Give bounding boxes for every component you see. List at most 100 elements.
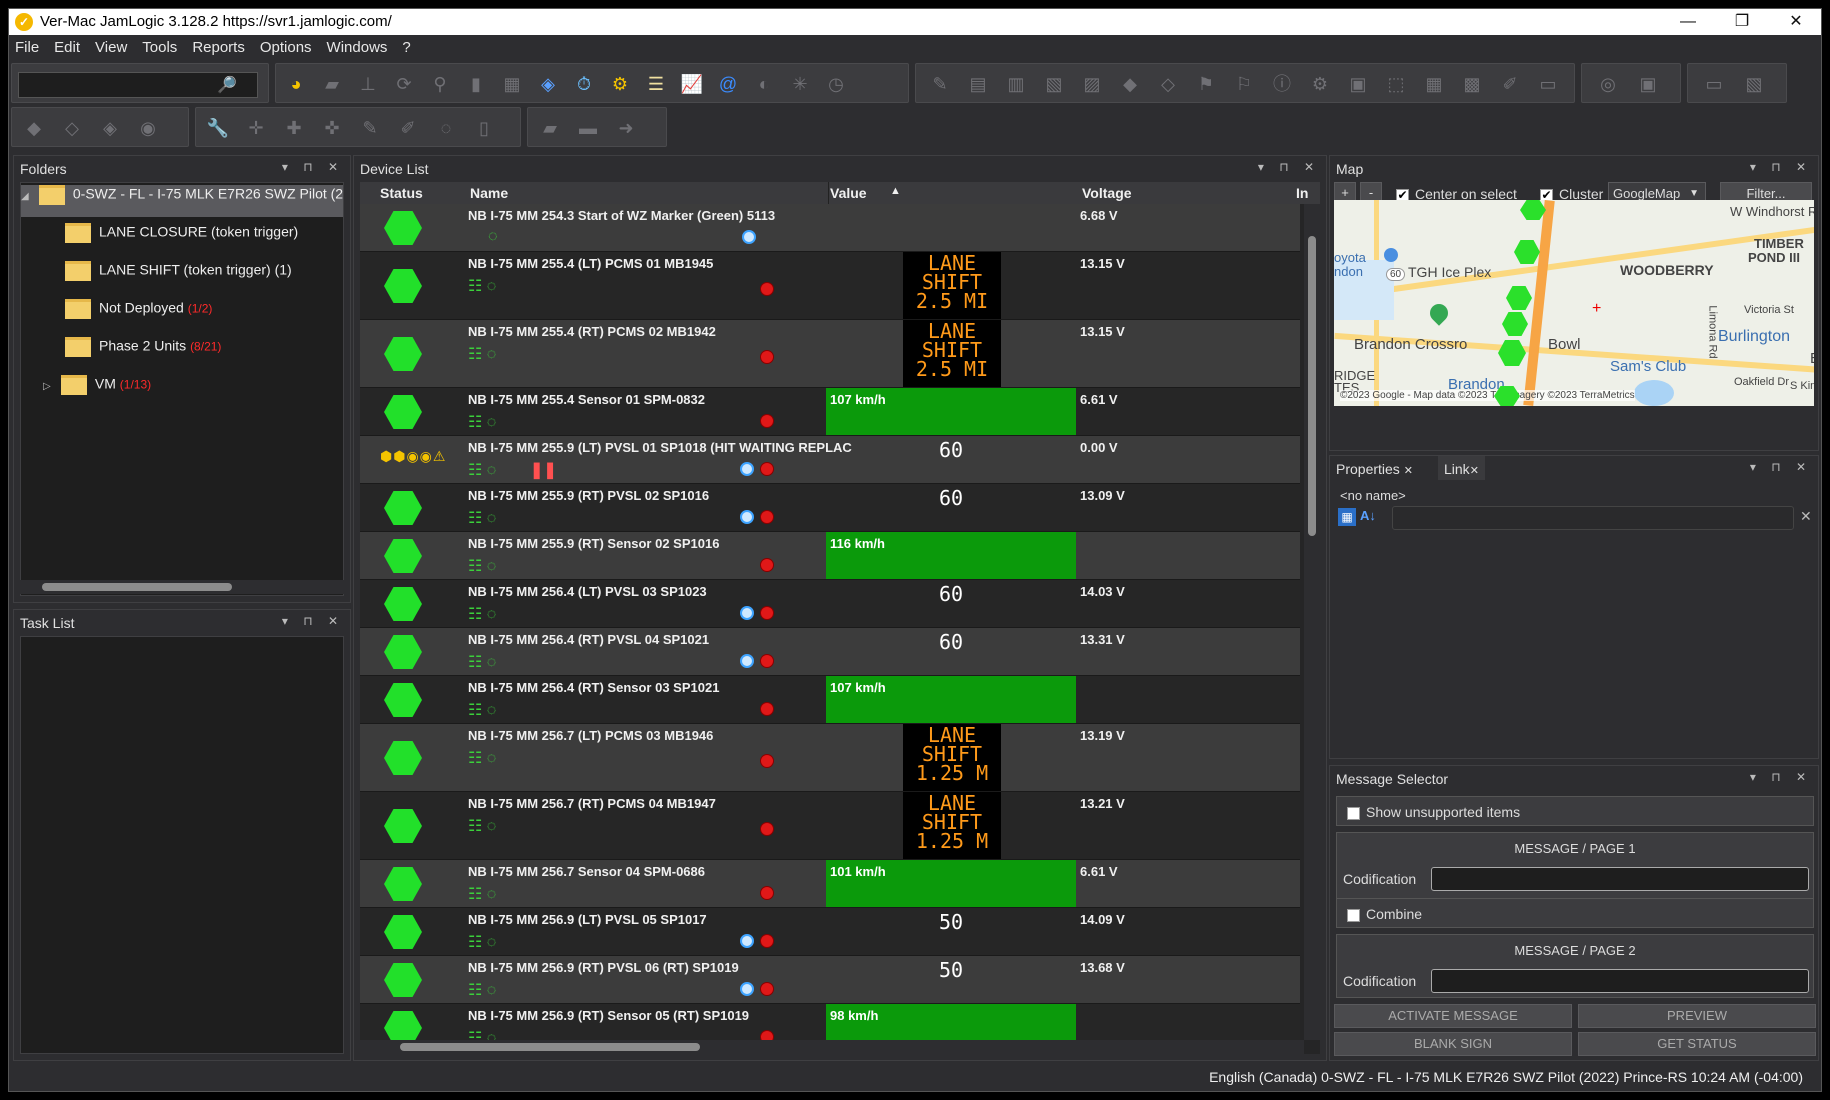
tool-icon-4[interactable]: ⚲	[428, 72, 452, 96]
map-device-marker[interactable]	[1506, 286, 1532, 310]
get-status-button[interactable]: GET STATUS	[1578, 1032, 1816, 1056]
tool-icon-9[interactable]: ◷	[824, 72, 848, 96]
panel-controls[interactable]: ▾ ⊓ ✕	[1750, 460, 1812, 474]
tool-icon-5[interactable]: ▮	[464, 72, 488, 96]
tool-icon-36[interactable]: ✚	[282, 116, 306, 140]
tool-icon-11[interactable]: ▤	[966, 72, 990, 96]
search-input[interactable]: 🔎	[18, 72, 258, 98]
panel-controls[interactable]: ▾ ⊓ ✕	[1258, 160, 1320, 174]
tool-icon-19[interactable]: ⓘ	[1270, 72, 1294, 96]
device-row[interactable]: NB I-75 MM 255.4 (LT) PCMS 01 MB1945 ☷ ◌ L…	[360, 252, 1300, 320]
tool-icon-10[interactable]: ✎	[928, 72, 952, 96]
col-name[interactable]: Name	[470, 185, 508, 201]
device-row[interactable]: NB I-75 MM 255.9 (RT) Sensor 02 SP1016 ☷ …	[360, 532, 1300, 580]
tool-icon-32[interactable]: ◇	[60, 116, 84, 140]
tree-item-lane-closure[interactable]: LANE CLOSURE (token trigger)	[65, 223, 298, 255]
close-tab-icon[interactable]: ✕	[1404, 465, 1413, 477]
tab-link[interactable]: Link✕	[1438, 456, 1485, 480]
tool-icon-27[interactable]: ◎	[1596, 72, 1620, 96]
col-value[interactable]: Value	[830, 185, 867, 201]
codification-1-input[interactable]	[1431, 867, 1809, 891]
panel-controls[interactable]: ▾ ⊓ ✕	[282, 160, 344, 174]
tool-icon-23[interactable]: ▦	[1422, 72, 1446, 96]
device-row[interactable]: NB I-75 MM 256.7 Sensor 04 SPM-0686 ☷ ◌ 10…	[360, 860, 1300, 908]
tool-icon-21[interactable]: ▣	[1346, 72, 1370, 96]
menu-file[interactable]: File	[9, 35, 48, 56]
tool-icon-39[interactable]: ✐	[396, 116, 420, 140]
tool-icon-14[interactable]: ▨	[1080, 72, 1104, 96]
tool-icon-25[interactable]: ✐	[1498, 72, 1522, 96]
device-row[interactable]: NB I-75 MM 256.7 (LT) PCMS 03 MB1946 ☷ ◌ L…	[360, 724, 1300, 792]
device-row[interactable]: NB I-75 MM 256.4 (RT) Sensor 03 SP1021 ☷ …	[360, 676, 1300, 724]
menu-reports[interactable]: Reports	[186, 35, 254, 56]
device-row[interactable]: NB I-75 MM 256.4 (RT) PVSL 04 SP1021 ☷ ◌ 6…	[360, 628, 1300, 676]
device-row[interactable]: NB I-75 MM 256.7 (RT) PCMS 04 MB1947 ☷ ◌ L…	[360, 792, 1300, 860]
gears-icon[interactable]: ⚙	[608, 72, 632, 96]
tool-icon-43[interactable]: ▬	[576, 116, 600, 140]
menu-view[interactable]: View	[89, 35, 136, 56]
menu-windows[interactable]: Windows	[321, 35, 397, 56]
col-voltage[interactable]: Voltage	[1082, 185, 1132, 201]
tool-icon-12[interactable]: ▥	[1004, 72, 1028, 96]
tool-icon-20[interactable]: ⚙	[1308, 72, 1332, 96]
panel-controls[interactable]: ▾ ⊓ ✕	[282, 614, 344, 628]
device-row[interactable]: NB I-75 MM 255.4 Sensor 01 SPM-0832 ☷ ◌ 10…	[360, 388, 1300, 436]
search-icon[interactable]: 🔎	[217, 75, 237, 95]
email-icon[interactable]: @	[716, 72, 740, 96]
menu-options[interactable]: Options	[254, 35, 321, 56]
close-tab-icon[interactable]: ✕	[1470, 465, 1479, 477]
combine-checkbox[interactable]: Combine	[1336, 898, 1814, 928]
tool-icon-6[interactable]: ▦	[500, 72, 524, 96]
expand-icon[interactable]: ▷	[43, 381, 57, 392]
tool-icon-17[interactable]: ⚑	[1194, 72, 1218, 96]
minimize-button[interactable]: —	[1661, 9, 1715, 35]
device-row[interactable]: NB I-75 MM 255.9 (RT) PVSL 02 SP1016 ☷ ◌ 6…	[360, 484, 1300, 532]
tool-icon-31[interactable]: ◆	[22, 116, 46, 140]
device-hscrollbar[interactable]	[360, 1040, 1304, 1054]
tool-icon-8[interactable]: ✳	[788, 72, 812, 96]
tool-icon-1[interactable]: ▰	[320, 72, 344, 96]
jamlogic-icon[interactable]: ◕	[284, 72, 308, 96]
device-row[interactable]: ⬢⬢◉◉⚠ NB I-75 MM 255.9 (LT) PVSL 01 SP101…	[360, 436, 1300, 484]
tool-icon-3[interactable]: ⟳	[392, 72, 416, 96]
notes-icon[interactable]: ☰	[644, 72, 668, 96]
close-window-button[interactable]: ✕	[1769, 9, 1821, 35]
tool-icon-24[interactable]: ▩	[1460, 72, 1484, 96]
property-search-input[interactable]	[1392, 506, 1794, 530]
categorized-icon[interactable]: ▦	[1338, 508, 1356, 526]
tool-icon-2[interactable]: ⊥	[356, 72, 380, 96]
map-device-marker[interactable]	[1502, 312, 1528, 336]
tool-icon-15[interactable]: ◆	[1118, 72, 1142, 96]
device-vscrollbar[interactable]	[1304, 204, 1320, 1040]
map-view[interactable]: W Windhorst Rd TIMBER POND III oyota ndo…	[1334, 200, 1814, 406]
scroll-thumb[interactable]	[400, 1043, 700, 1051]
tool-icon-34[interactable]: ◉	[136, 116, 160, 140]
wrench-icon[interactable]: 🔧	[206, 116, 230, 140]
tool-icon-38[interactable]: ✎	[358, 116, 382, 140]
device-row[interactable]: NB I-75 MM 256.9 (LT) PVSL 05 SP1017 ☷ ◌ 5…	[360, 908, 1300, 956]
show-unsupported-checkbox[interactable]: Show unsupported items	[1336, 796, 1814, 826]
scroll-thumb[interactable]	[1308, 236, 1316, 536]
panel-controls[interactable]: ▾ ⊓ ✕	[1750, 770, 1812, 784]
tool-icon-44[interactable]: ➜	[614, 116, 638, 140]
map-device-marker[interactable]	[1514, 240, 1540, 264]
panel-controls[interactable]: ▾ ⊓ ✕	[1750, 160, 1812, 174]
tab-properties[interactable]: Properties ✕	[1330, 456, 1419, 480]
tool-icon-30[interactable]: ▧	[1742, 72, 1766, 96]
preview-button[interactable]: PREVIEW	[1578, 1004, 1816, 1028]
sort-az-icon[interactable]: A↓	[1360, 508, 1376, 523]
clock-icon[interactable]: ⏱	[572, 72, 596, 96]
tool-icon-37[interactable]: ✜	[320, 116, 344, 140]
tool-icon-26[interactable]: ▭	[1536, 72, 1560, 96]
codification-2-input[interactable]	[1431, 969, 1809, 993]
menu-tools[interactable]: Tools	[136, 35, 186, 56]
menu-help[interactable]: ?	[396, 35, 419, 56]
tool-icon-7[interactable]: ◐	[752, 72, 776, 96]
col-extra[interactable]: In	[1296, 185, 1308, 201]
tool-icon-16[interactable]: ◇	[1156, 72, 1180, 96]
collapse-icon[interactable]: ◢	[21, 191, 35, 202]
tree-item-not-deployed[interactable]: Not Deployed (1/2)	[65, 299, 212, 331]
menu-edit[interactable]: Edit	[48, 35, 89, 56]
tool-icon-40[interactable]: ◌	[434, 116, 458, 140]
device-row[interactable]: NB I-75 MM 256.9 (RT) PVSL 06 (RT) SP101…	[360, 956, 1300, 1004]
